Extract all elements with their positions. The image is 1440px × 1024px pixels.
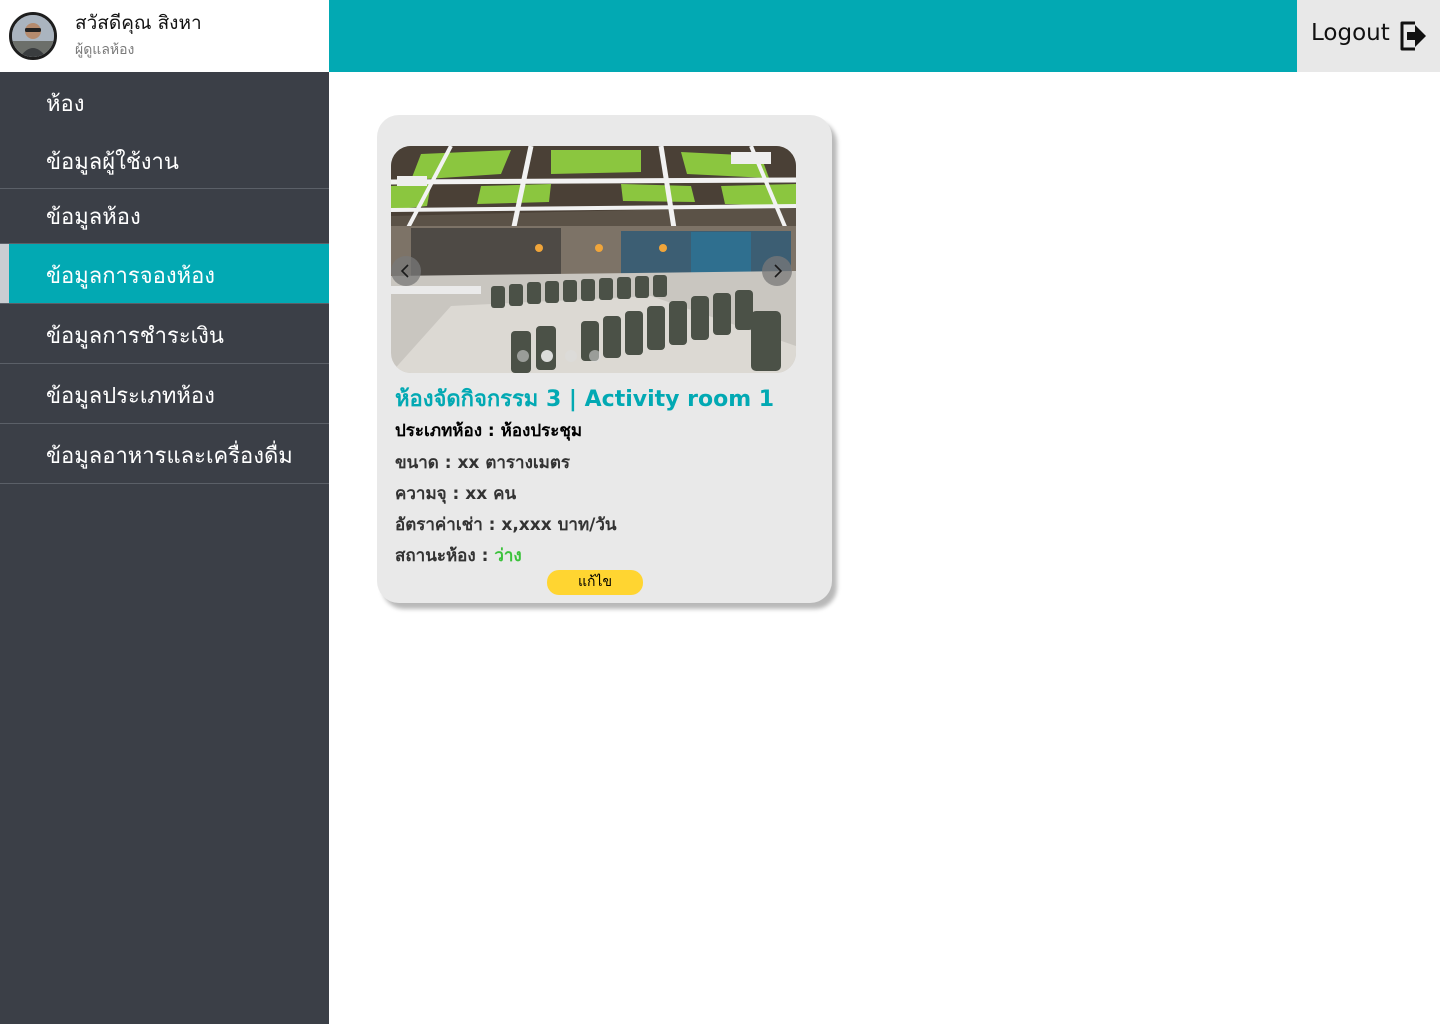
sidebar-item-label: ข้อมูลห้อง [46, 205, 141, 230]
carousel-next-button[interactable] [762, 256, 792, 286]
room-card: ห้องจัดกิจกรรม 3 | Activity room 1 ประเภ… [377, 115, 832, 603]
sidebar-item-rooms[interactable]: ห้อง [0, 72, 329, 130]
room-image-carousel[interactable] [391, 146, 796, 373]
sidebar-item-label: ข้อมูลผู้ใช้งาน [46, 150, 179, 175]
room-title: ห้องจัดกิจกรรม 3 | Activity room 1 [395, 387, 775, 412]
sidebar-item-food-drink-data[interactable]: ข้อมูลอาหารและเครื่องดื่ม [0, 424, 329, 484]
active-indicator [0, 244, 9, 303]
room-type: ประเภทห้อง : ห้องประชุม [395, 421, 583, 441]
sidebar-nav: ห้อง ข้อมูลผู้ใช้งาน ข้อมูลห้อง ข้อมูลกา… [0, 72, 329, 1024]
user-panel: สวัสดีคุณ สิงหา ผู้ดูแลห้อง [0, 0, 329, 72]
sidebar-item-room-type-data[interactable]: ข้อมูลประเภทห้อง [0, 364, 329, 424]
logout-icon [1400, 21, 1426, 51]
logout-button[interactable]: Logout [1297, 0, 1440, 72]
sidebar-item-booking-data[interactable]: ข้อมูลการจองห้อง [0, 244, 329, 304]
carousel-dot[interactable] [517, 350, 529, 362]
sidebar-item-label: ข้อมูลการจองห้อง [46, 264, 216, 289]
user-role: ผู้ดูแลห้อง [75, 42, 135, 58]
carousel-dot[interactable] [541, 350, 553, 362]
room-rental-rate: อัตราค่าเช่า : x,xxx บาท/วัน [395, 515, 617, 535]
chevron-right-icon [774, 264, 783, 278]
carousel-dot[interactable] [565, 350, 577, 362]
room-status-label: สถานะห้อง : [395, 546, 495, 566]
user-greeting: สวัสดีคุณ สิงหา [75, 12, 202, 34]
logout-label: Logout [1311, 20, 1390, 46]
carousel-prev-button[interactable] [391, 256, 421, 286]
room-status: สถานะห้อง : ว่าง [395, 542, 522, 569]
carousel-dot[interactable] [589, 350, 601, 362]
status-badge: ว่าง [494, 546, 522, 566]
edit-button[interactable]: แก้ไข [547, 570, 643, 595]
sidebar-item-payment-data[interactable]: ข้อมูลการชำระเงิน [0, 304, 329, 364]
sidebar-item-user-data[interactable]: ข้อมูลผู้ใช้งาน [0, 130, 329, 189]
room-capacity: ความจุ : xx คน [395, 484, 517, 504]
avatar[interactable] [9, 12, 57, 60]
sidebar-item-label: ข้อมูลอาหารและเครื่องดื่ม [46, 444, 293, 469]
sidebar-item-room-data[interactable]: ข้อมูลห้อง [0, 189, 329, 244]
sidebar-item-label: ข้อมูลประเภทห้อง [46, 384, 215, 409]
top-bar [329, 0, 1297, 72]
avatar-image [12, 15, 54, 57]
sidebar-item-label: ข้อมูลการชำระเงิน [46, 324, 224, 349]
room-photo [391, 146, 796, 373]
room-size: ขนาด : xx ตารางเมตร [395, 453, 571, 473]
sidebar-item-label: ห้อง [46, 92, 85, 117]
chevron-left-icon [400, 264, 409, 278]
